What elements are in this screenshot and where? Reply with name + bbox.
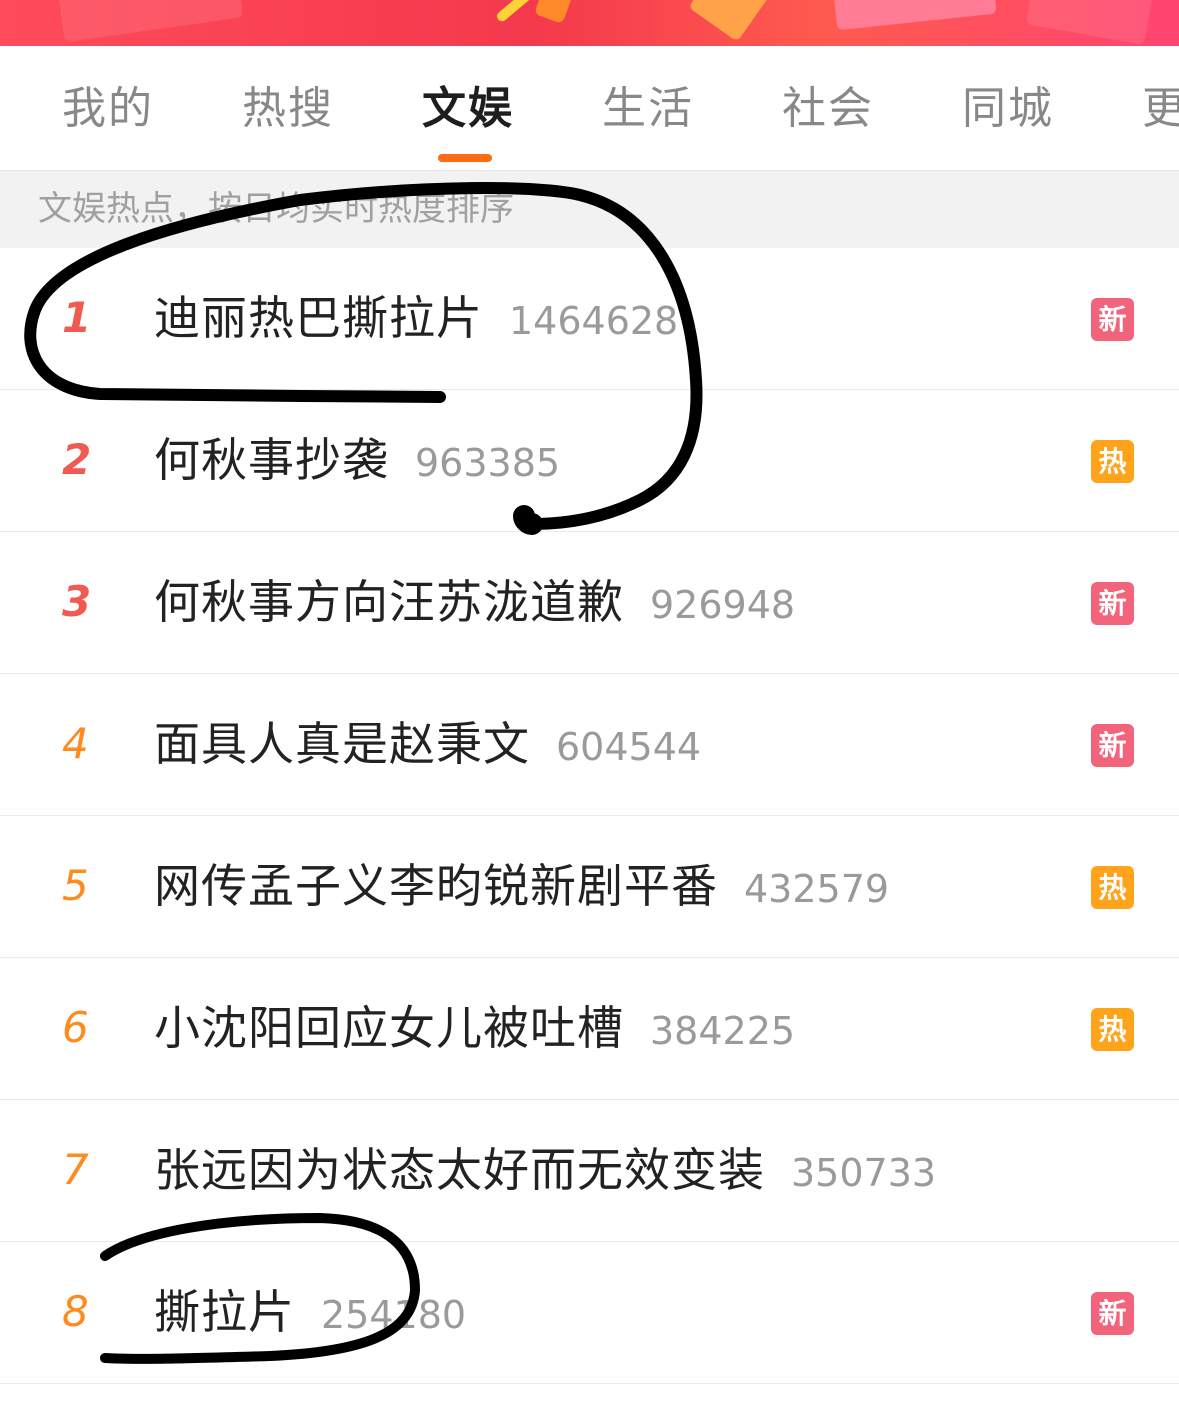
new-badge: 新: [1091, 582, 1134, 625]
item-title[interactable]: 小沈阳回应女儿被吐槽: [154, 1001, 624, 1055]
tab-society[interactable]: 社会: [782, 82, 874, 136]
heat-count: 1464628: [509, 299, 679, 343]
item-title[interactable]: 何秋事方向汪苏泷道歉: [154, 575, 624, 629]
new-badge: 新: [1091, 1292, 1134, 1335]
list-item[interactable]: 3 何秋事方向汪苏泷道歉 926948 新: [0, 532, 1179, 674]
heat-count: 384225: [650, 1009, 796, 1053]
list-item[interactable]: 1 迪丽热巴撕拉片 1464628 新: [0, 248, 1179, 390]
list-item[interactable]: 2 何秋事抄袭 963385 热: [0, 390, 1179, 532]
new-badge: 新: [1091, 298, 1134, 341]
tab-more[interactable]: 更: [1142, 82, 1179, 136]
item-title[interactable]: 何秋事抄袭: [154, 433, 389, 487]
section-hint: 文娱热点，按日均实时热度排序: [0, 171, 1179, 248]
rank-number: 3: [62, 577, 92, 626]
top-banner: [0, 0, 1179, 46]
item-title[interactable]: 面具人真是赵秉文: [154, 717, 530, 771]
hot-badge: 热: [1091, 1008, 1134, 1051]
hint-text: 文娱热点，按日均实时热度排序: [38, 189, 514, 229]
banner-decoration: [688, 0, 772, 42]
list-item[interactable]: 4 面具人真是赵秉文 604544 新: [0, 674, 1179, 816]
category-tabs: 我的 热搜 文娱 生活 社会 同城 更: [0, 46, 1179, 171]
item-title[interactable]: 张远因为状态太好而无效变装: [154, 1143, 765, 1197]
list-item[interactable]: 7 张远因为状态太好而无效变装 350733: [0, 1100, 1179, 1242]
rank-number: 6: [62, 1003, 89, 1052]
heat-count: 604544: [556, 725, 702, 769]
list-item[interactable]: 6 小沈阳回应女儿被吐槽 384225 热: [0, 958, 1179, 1100]
rank-number: 2: [62, 435, 92, 484]
tab-mine[interactable]: 我的: [62, 82, 154, 136]
hot-badge: 热: [1091, 440, 1134, 483]
rank-number: 5: [62, 861, 89, 910]
heat-count: 350733: [791, 1151, 937, 1195]
tab-entertainment[interactable]: 文娱: [422, 82, 514, 136]
rank-number: 1: [62, 293, 92, 342]
heat-count: 926948: [650, 583, 796, 627]
banner-decoration: [56, 0, 244, 43]
rank-number: 7: [62, 1145, 89, 1194]
banner-decoration: [833, 0, 997, 31]
item-title[interactable]: 撕拉片: [154, 1285, 295, 1339]
rank-number: 8: [62, 1287, 89, 1336]
tab-life[interactable]: 生活: [602, 82, 694, 136]
list-item[interactable]: 8 撕拉片 254180 新: [0, 1242, 1179, 1384]
item-title[interactable]: 迪丽热巴撕拉片: [154, 291, 483, 345]
active-tab-indicator: [438, 154, 492, 162]
heat-count: 432579: [744, 867, 890, 911]
tab-local[interactable]: 同城: [962, 82, 1054, 136]
list-item[interactable]: 5 网传孟子义李昀锐新剧平番 432579 热: [0, 816, 1179, 958]
item-title[interactable]: 网传孟子义李昀锐新剧平番: [154, 859, 718, 913]
rank-number: 4: [62, 719, 89, 768]
banner-decoration: [534, 0, 576, 24]
new-badge: 新: [1091, 724, 1134, 767]
tab-hot-search[interactable]: 热搜: [242, 82, 334, 136]
hot-list: 1 迪丽热巴撕拉片 1464628 新 2 何秋事抄袭 963385 热 3 何秋事…: [0, 248, 1179, 1384]
banner-decoration: [1025, 0, 1155, 45]
heat-count: 254180: [321, 1293, 467, 1337]
heat-count: 963385: [415, 441, 561, 485]
hot-badge: 热: [1091, 866, 1134, 909]
